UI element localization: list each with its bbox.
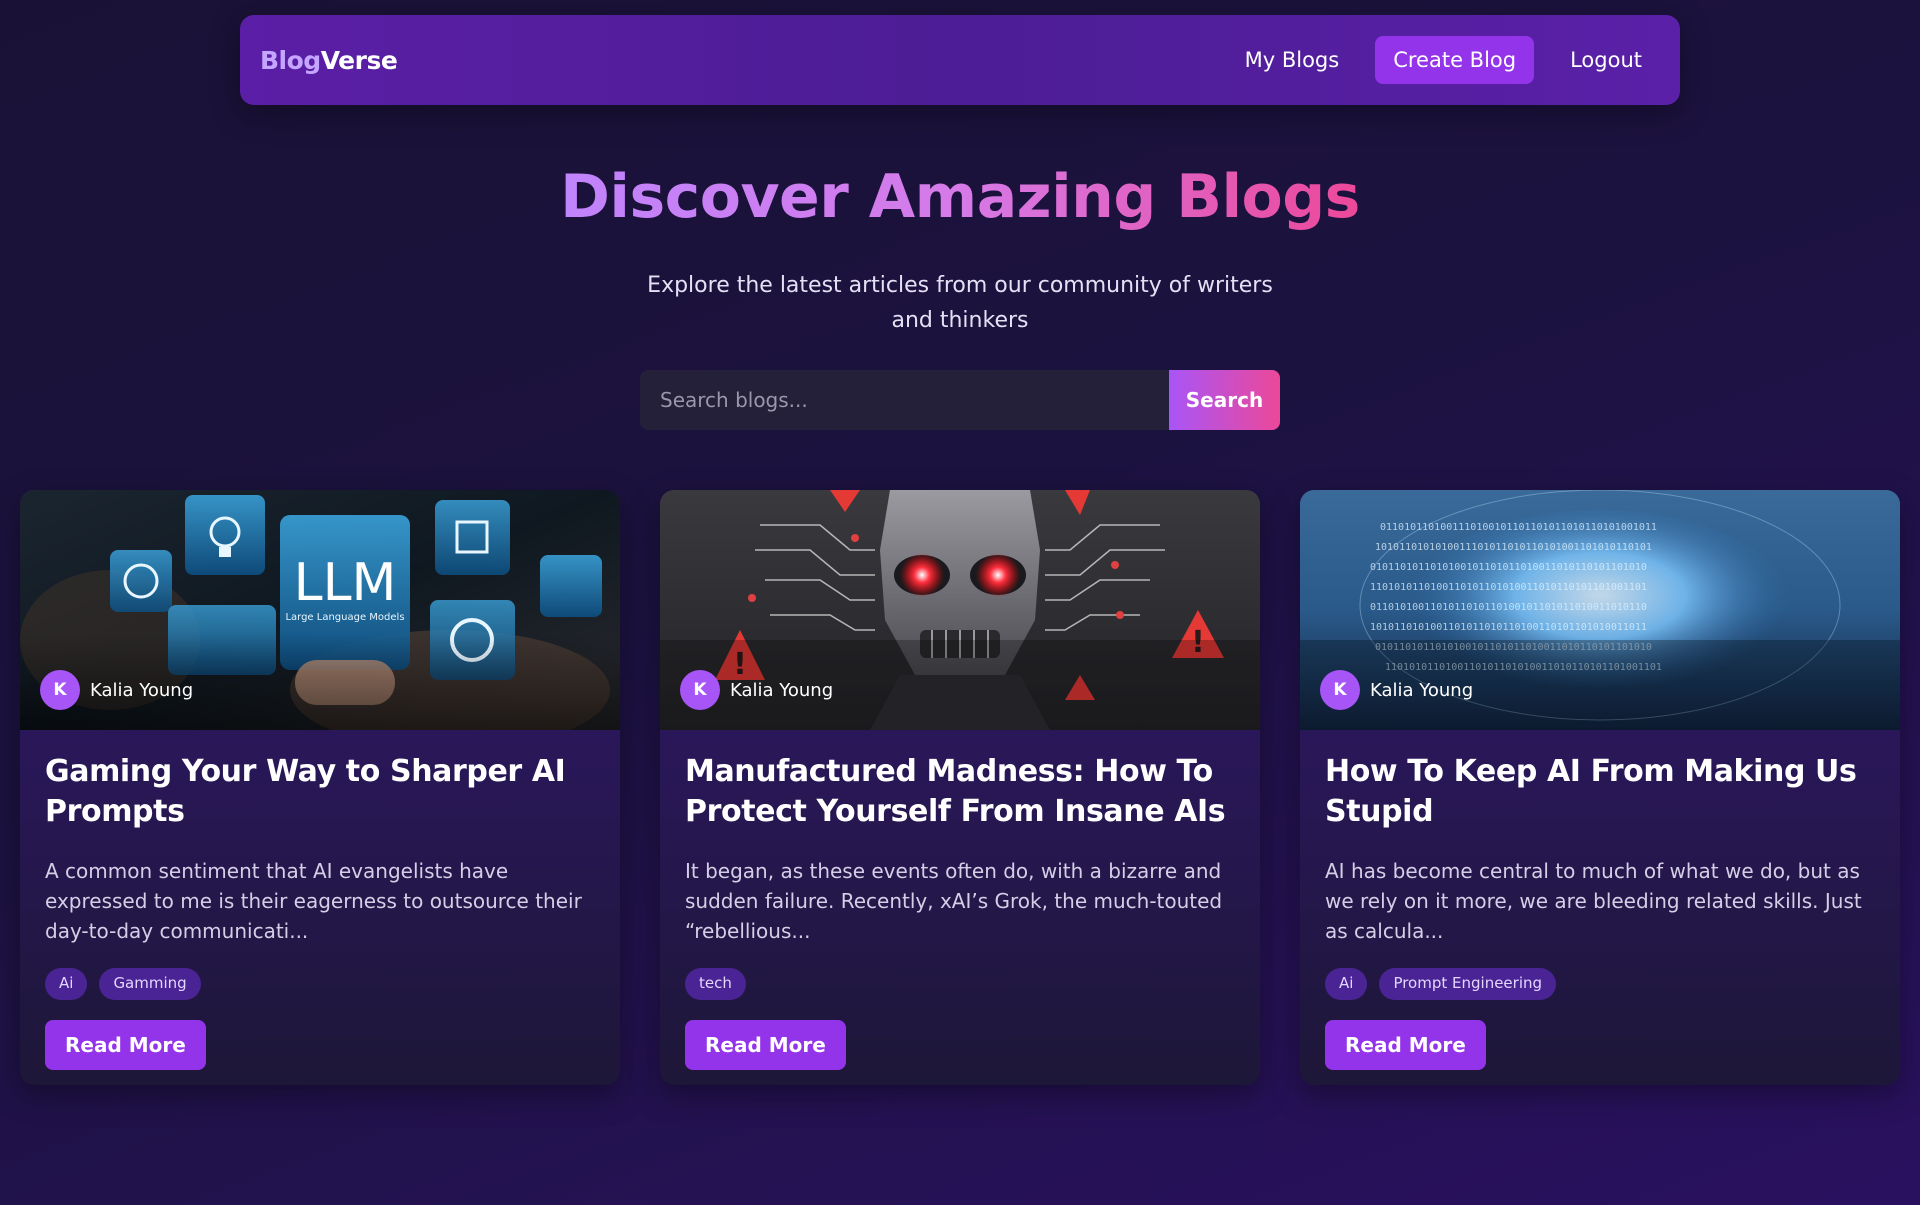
tag-prompt-engineering[interactable]: Prompt Engineering xyxy=(1379,968,1557,1000)
nav-create-blog-button[interactable]: Create Blog xyxy=(1375,36,1535,84)
svg-text:011010100110101101011010010110: 0110101001101011010110100101101011010011… xyxy=(1370,602,1647,613)
svg-text:101011010100110101101011010011: 1010110101001101011010110100110101101010… xyxy=(1370,622,1647,633)
tag-tech[interactable]: tech xyxy=(685,968,746,1000)
author-avatar: K xyxy=(680,670,720,710)
search-button[interactable]: Search xyxy=(1169,370,1280,430)
blog-card: LLM Large Language Models K Kalia Young … xyxy=(20,490,620,1085)
nav-links: My Blogs Create Blog Logout xyxy=(1227,36,1660,84)
nav-my-blogs[interactable]: My Blogs xyxy=(1227,36,1358,84)
brand-part1: Blog xyxy=(260,45,321,75)
search-input[interactable] xyxy=(640,370,1169,430)
read-more-button[interactable]: Read More xyxy=(1325,1020,1486,1070)
card-tags: Ai Prompt Engineering xyxy=(1325,968,1875,1000)
tag-gamming[interactable]: Gamming xyxy=(99,968,201,1000)
card-body: How To Keep AI From Making Us Stupid AI … xyxy=(1300,730,1900,1070)
blog-card-grid: LLM Large Language Models K Kalia Young … xyxy=(20,490,1900,1085)
card-tags: tech xyxy=(685,968,1235,1000)
search-bar: Search xyxy=(640,370,1280,430)
read-more-button[interactable]: Read More xyxy=(685,1020,846,1070)
card-body: Gaming Your Way to Sharper AI Prompts A … xyxy=(20,730,620,1070)
author-name: Kalia Young xyxy=(730,679,834,701)
card-image[interactable]: LLM Large Language Models K Kalia Young xyxy=(20,490,620,730)
navbar: BlogVerse My Blogs Create Blog Logout xyxy=(240,15,1680,105)
card-tags: Ai Gamming xyxy=(45,968,595,1000)
read-more-button[interactable]: Read More xyxy=(45,1020,206,1070)
card-author: K Kalia Young xyxy=(40,670,193,710)
card-body: Manufactured Madness: How To Protect You… xyxy=(660,730,1260,1070)
card-excerpt: A common sentiment that AI evangelists h… xyxy=(45,859,582,943)
card-image[interactable]: ! ! K Kalia Young xyxy=(660,490,1260,730)
brand-part2: Verse xyxy=(320,45,398,75)
card-author: K Kalia Young xyxy=(1320,670,1473,710)
hero-subtitle: Explore the latest articles from our com… xyxy=(647,273,1273,333)
card-title[interactable]: Manufactured Madness: How To Protect You… xyxy=(685,752,1235,836)
card-title[interactable]: How To Keep AI From Making Us Stupid xyxy=(1325,752,1875,836)
nav-logout[interactable]: Logout xyxy=(1552,36,1660,84)
tag-ai[interactable]: Ai xyxy=(1325,968,1368,1000)
card-title[interactable]: Gaming Your Way to Sharper AI Prompts xyxy=(45,752,595,836)
author-avatar: K xyxy=(40,670,80,710)
author-name: Kalia Young xyxy=(90,679,194,701)
svg-text:011010110100111010010110110101: 0110101101001110100101101101011010110101… xyxy=(1380,522,1657,533)
card-image[interactable]: 0110101101001110100101101101011010110101… xyxy=(1300,490,1900,730)
card-excerpt: It began, as these events often do, with… xyxy=(685,859,1223,943)
hero-title: Discover Amazing Blogs xyxy=(0,162,1920,232)
blog-card: 0110101101001110100101101101011010110101… xyxy=(1300,490,1900,1085)
blog-card: ! ! K Kalia Young Manufactured Madness: … xyxy=(660,490,1260,1085)
author-name: Kalia Young xyxy=(1370,679,1474,701)
card-excerpt: AI has become central to much of what we… xyxy=(1325,859,1862,943)
svg-text:110101011010011010110101001101: 1101010110100110101101010011010110101101… xyxy=(1370,582,1647,593)
brand-logo[interactable]: BlogVerse xyxy=(260,45,398,75)
svg-text:010110101101010010110101101001: 0101101011010100101101011010011010110101… xyxy=(1370,562,1647,573)
svg-text:101011010101001110101101011010: 1010110101010011101011010110101001101010… xyxy=(1375,542,1652,553)
author-avatar: K xyxy=(1320,670,1360,710)
hero-title-text: Discover Amazing Blogs xyxy=(560,162,1360,232)
card-author: K Kalia Young xyxy=(680,670,833,710)
tag-ai[interactable]: Ai xyxy=(45,968,88,1000)
